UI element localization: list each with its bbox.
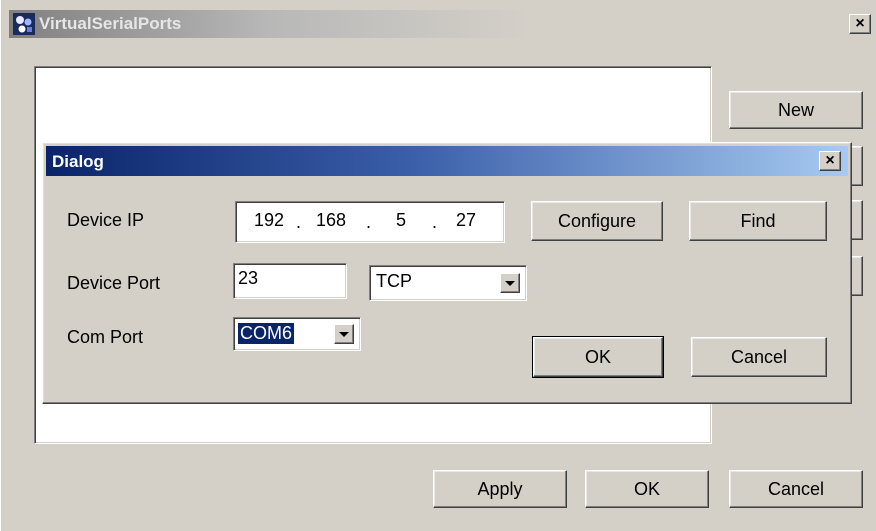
dialog-ok-button-label: OK <box>584 346 611 367</box>
ip-dot-1: . <box>296 212 302 232</box>
device-ip-field[interactable]: 192 . 168 . 5 . 27 <box>235 201 505 243</box>
find-button-label: Find <box>740 210 776 231</box>
device-port-input[interactable]: 23 <box>233 263 347 299</box>
dialog-close-button[interactable]: × <box>819 151 841 171</box>
com-port-label: Com Port <box>67 327 144 347</box>
dialog-window: Dialog × Device IP 192 . 168 . 5 . 27 Co… <box>42 142 852 404</box>
ip-octet-1[interactable]: 192 <box>254 210 284 231</box>
close-icon: × <box>825 152 835 169</box>
protocol-value: TCP <box>376 271 412 291</box>
dialog-ok-button[interactable]: OK <box>532 336 664 378</box>
close-icon: × <box>855 15 865 32</box>
device-port-value: 23 <box>238 268 259 288</box>
ip-octet-4[interactable]: 27 <box>456 210 476 231</box>
device-ip-label: Device IP <box>67 210 145 230</box>
main-ok-button-label: OK <box>633 478 660 499</box>
chevron-down-icon[interactable] <box>500 273 520 293</box>
apply-button[interactable]: Apply <box>433 470 567 508</box>
ip-octet-2[interactable]: 168 <box>316 210 346 231</box>
main-close-button[interactable]: × <box>849 14 871 34</box>
protocol-select[interactable]: TCP <box>369 265 527 301</box>
main-cancel-button-label: Cancel <box>767 478 825 499</box>
main-cancel-button[interactable]: Cancel <box>729 470 863 508</box>
main-window-title: VirtualSerialPorts <box>39 14 182 33</box>
dialog-title: Dialog <box>52 152 104 171</box>
find-button[interactable]: Find <box>689 201 827 241</box>
apply-button-label: Apply <box>477 478 523 499</box>
ip-dot-3: . <box>432 212 438 232</box>
main-ok-button[interactable]: OK <box>585 470 709 508</box>
ip-dot-2: . <box>366 212 372 232</box>
dialog-title-bar[interactable]: Dialog × <box>46 146 848 176</box>
new-button[interactable]: New <box>729 91 863 129</box>
main-title-bar[interactable]: VirtualSerialPorts × <box>9 10 876 38</box>
com-port-select[interactable]: COM6 <box>233 317 361 351</box>
dialog-cancel-button-label: Cancel <box>730 346 788 367</box>
app-icon <box>13 13 35 35</box>
ip-octet-3[interactable]: 5 <box>396 210 406 231</box>
dialog-cancel-button[interactable]: Cancel <box>691 337 827 377</box>
device-port-label: Device Port <box>67 273 161 293</box>
configure-button[interactable]: Configure <box>531 201 663 241</box>
new-button-label: New <box>777 99 814 120</box>
chevron-down-icon[interactable] <box>334 324 354 344</box>
com-port-value: COM6 <box>238 323 295 344</box>
configure-button-label: Configure <box>557 210 637 231</box>
